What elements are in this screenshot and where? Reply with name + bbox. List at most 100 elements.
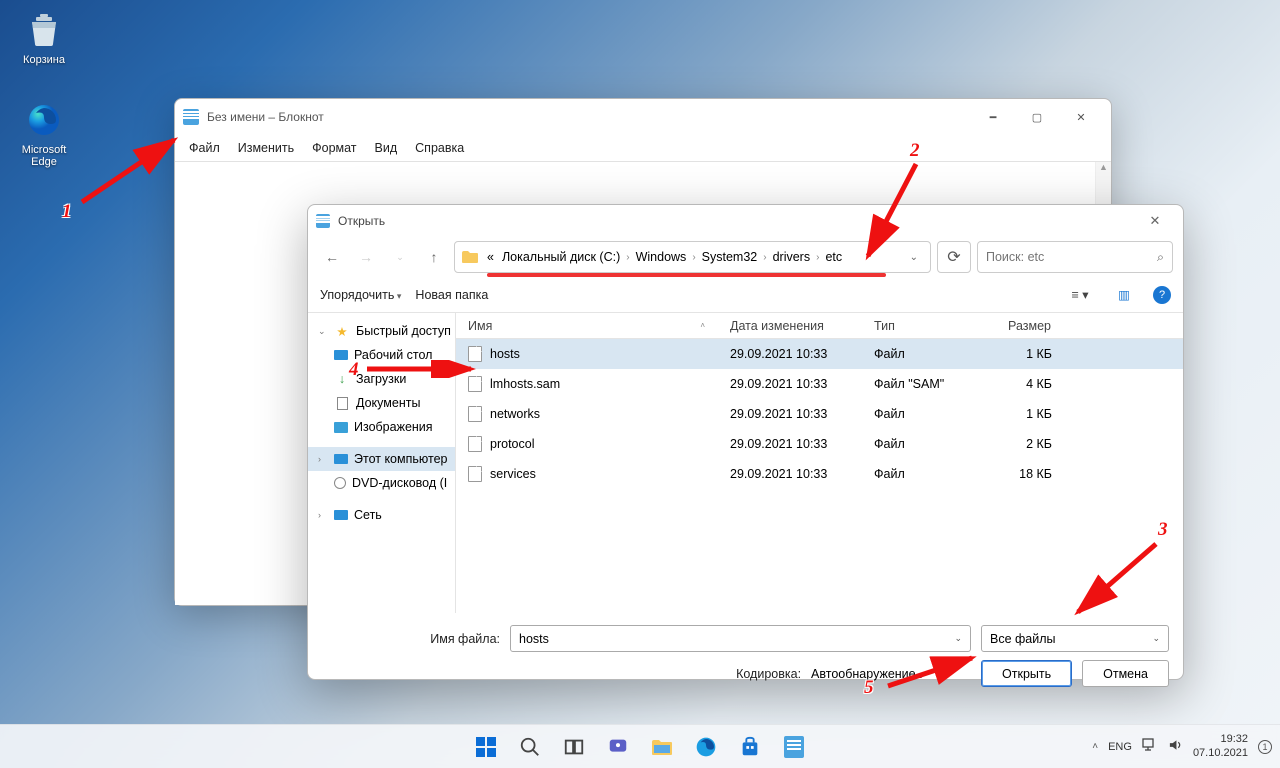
file-icon — [468, 346, 482, 362]
file-list: Имя˄ Дата изменения Тип Размер hosts29.0… — [456, 313, 1183, 613]
help-button[interactable]: ? — [1153, 286, 1171, 304]
edge-icon — [24, 100, 64, 140]
notepad-button[interactable] — [775, 728, 813, 766]
sidebar-this-pc[interactable]: ›Этот компьютер — [308, 447, 455, 471]
recent-button[interactable]: ⌄ — [386, 243, 414, 271]
breadcrumb-pre[interactable]: « — [483, 250, 498, 264]
file-icon — [468, 376, 482, 392]
pc-icon — [334, 454, 348, 464]
arrow-1 — [74, 130, 184, 210]
desktop-icon-label: Microsoft Edge — [10, 144, 78, 168]
clock[interactable]: 19:32 07.10.2021 — [1193, 733, 1248, 759]
search-icon: ⌕ — [1157, 250, 1164, 265]
notepad-icon — [183, 109, 199, 125]
close-button[interactable]: ✕ — [1135, 213, 1175, 229]
sidebar-pictures[interactable]: Изображения — [308, 415, 455, 439]
search-input[interactable] — [986, 250, 1157, 264]
column-size[interactable]: Размер — [978, 313, 1064, 338]
file-row[interactable]: services29.09.2021 10:33Файл18 КБ — [456, 459, 1183, 489]
file-row[interactable]: networks29.09.2021 10:33Файл1 КБ — [456, 399, 1183, 429]
file-icon — [468, 436, 482, 452]
file-row[interactable]: protocol29.09.2021 10:33Файл2 КБ — [456, 429, 1183, 459]
download-icon: ↓ — [334, 372, 350, 386]
filename-input[interactable]: hosts⌄ — [510, 625, 971, 652]
dvd-icon — [334, 477, 346, 489]
filetype-select[interactable]: Все файлы⌄ — [981, 625, 1169, 652]
filename-label: Имя файла: — [322, 632, 500, 646]
preview-pane-button[interactable]: ▥ — [1109, 283, 1139, 307]
document-icon — [334, 396, 350, 410]
encoding-select[interactable]: Автообнаружение⌄ — [811, 666, 955, 681]
cancel-button[interactable]: Отмена — [1082, 660, 1169, 687]
store-button[interactable] — [731, 728, 769, 766]
desktop-edge[interactable]: Microsoft Edge — [10, 100, 78, 168]
folder-icon — [461, 250, 479, 264]
menu-edit[interactable]: Изменить — [230, 139, 302, 157]
file-icon — [468, 466, 482, 482]
annotation-1: 1 — [62, 201, 72, 223]
breadcrumb-drivers[interactable]: drivers — [769, 250, 815, 264]
close-button[interactable]: ✕ — [1059, 102, 1103, 132]
search-button[interactable] — [511, 728, 549, 766]
notifications-button[interactable]: 1 — [1258, 740, 1272, 754]
star-icon: ★ — [334, 324, 350, 338]
back-button[interactable]: ← — [318, 243, 346, 271]
sidebar-network[interactable]: ›Сеть — [308, 503, 455, 527]
notepad-title: Без имени – Блокнот — [207, 110, 971, 124]
column-name[interactable]: Имя˄ — [456, 313, 718, 338]
column-type[interactable]: Тип — [862, 313, 978, 338]
chat-button[interactable] — [599, 728, 637, 766]
breadcrumb-system32[interactable]: System32 — [698, 250, 762, 264]
sidebar-quick-access[interactable]: ⌄★Быстрый доступ — [308, 319, 455, 343]
menu-file[interactable]: Файл — [181, 139, 228, 157]
notepad-icon — [316, 214, 330, 228]
file-row[interactable]: hosts29.09.2021 10:33Файл1 КБ — [456, 339, 1183, 369]
network-icon[interactable] — [1142, 738, 1158, 755]
annotation-underline — [487, 273, 886, 277]
menu-help[interactable]: Справка — [407, 139, 472, 157]
organize-button[interactable]: Упорядочить — [320, 288, 401, 302]
encoding-label: Кодировка: — [736, 667, 801, 681]
refresh-button[interactable]: ⟳ — [937, 241, 971, 273]
sidebar: ⌄★Быстрый доступ Рабочий стол ↓Загрузки … — [308, 313, 456, 613]
network-icon — [334, 510, 348, 520]
search-box[interactable]: ⌕ — [977, 241, 1173, 273]
task-view-button[interactable] — [555, 728, 593, 766]
breadcrumb-windows[interactable]: Windows — [632, 250, 691, 264]
edge-button[interactable] — [687, 728, 725, 766]
dialog-title: Открыть — [338, 214, 1135, 228]
explorer-button[interactable] — [643, 728, 681, 766]
column-date[interactable]: Дата изменения — [718, 313, 862, 338]
volume-icon[interactable] — [1168, 738, 1183, 755]
address-dropdown[interactable]: ⌄ — [904, 252, 924, 263]
language-indicator[interactable]: ENG — [1108, 741, 1132, 753]
sidebar-downloads[interactable]: ↓Загрузки — [308, 367, 455, 391]
taskbar: ˄ ENG 19:32 07.10.2021 1 — [0, 724, 1280, 768]
open-dialog: Открыть ✕ ← → ⌄ ↑ « Локальный диск (C:)›… — [307, 204, 1184, 680]
up-button[interactable]: ↑ — [420, 243, 448, 271]
minimize-button[interactable]: ━ — [971, 102, 1015, 132]
sidebar-documents[interactable]: Документы — [308, 391, 455, 415]
view-mode-button[interactable]: ≡ ▾ — [1065, 283, 1095, 307]
recycle-bin-icon — [24, 10, 64, 50]
file-row[interactable]: lmhosts.sam29.09.2021 10:33Файл "SAM"4 К… — [456, 369, 1183, 399]
sidebar-dvd[interactable]: DVD-дисковод (I — [308, 471, 455, 495]
forward-button[interactable]: → — [352, 243, 380, 271]
address-bar[interactable]: « Локальный диск (C:)› Windows› System32… — [454, 241, 931, 273]
new-folder-button[interactable]: Новая папка — [415, 288, 488, 302]
start-button[interactable] — [467, 728, 505, 766]
open-button[interactable]: Открыть — [981, 660, 1072, 687]
maximize-button[interactable]: ▢ — [1015, 102, 1059, 132]
desktop-icon-label: Корзина — [10, 54, 78, 66]
notepad-menubar: Файл Изменить Формат Вид Справка — [175, 135, 1111, 161]
sidebar-desktop[interactable]: Рабочий стол — [308, 343, 455, 367]
pictures-icon — [334, 422, 348, 433]
breadcrumb-c[interactable]: Локальный диск (C:) — [498, 250, 624, 264]
desktop-recycle-bin[interactable]: Корзина — [10, 10, 78, 66]
tray-overflow[interactable]: ˄ — [1092, 741, 1098, 752]
menu-view[interactable]: Вид — [367, 139, 406, 157]
desktop-icon — [334, 350, 348, 360]
menu-format[interactable]: Формат — [304, 139, 364, 157]
breadcrumb-etc[interactable]: etc — [821, 250, 846, 264]
file-icon — [468, 406, 482, 422]
